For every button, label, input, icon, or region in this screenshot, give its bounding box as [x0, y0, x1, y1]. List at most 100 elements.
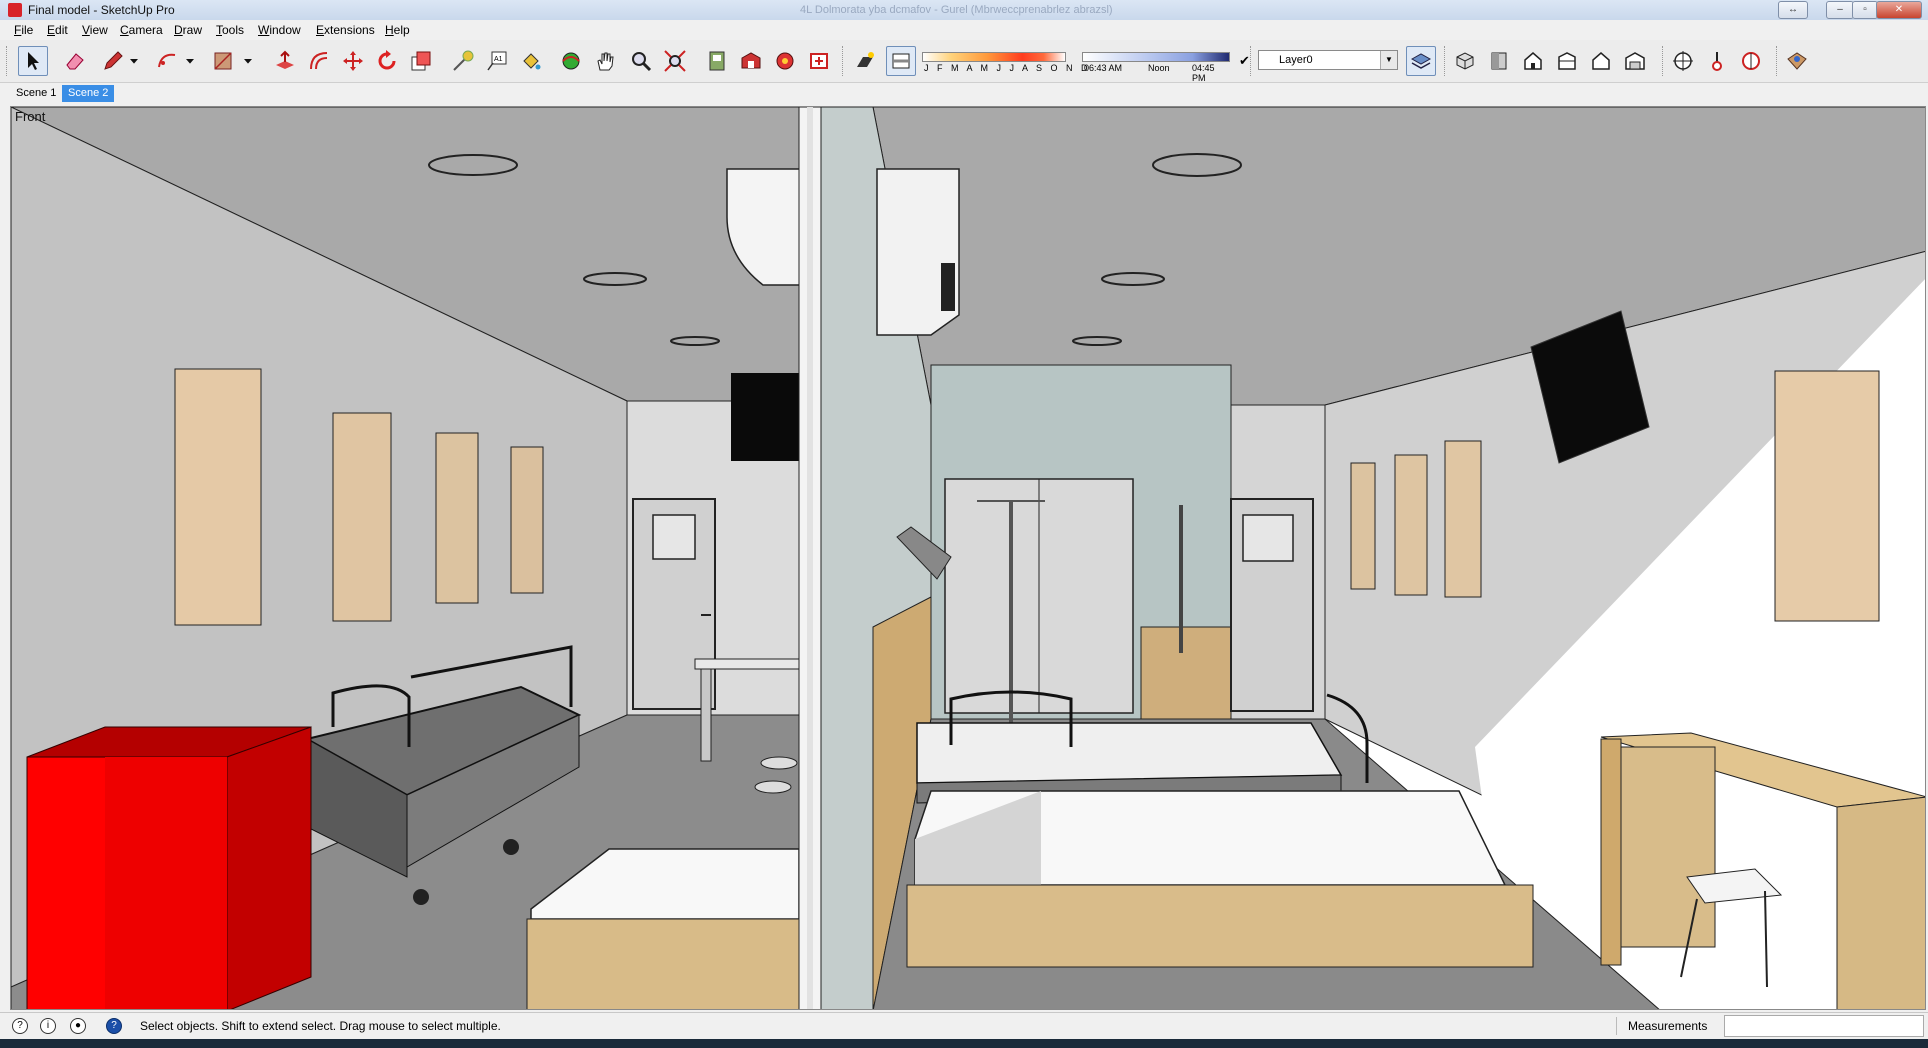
fog-icon — [892, 53, 910, 69]
right-view[interactable] — [1552, 46, 1582, 76]
scene-render — [11, 107, 1925, 1009]
warehouse-icon — [741, 52, 761, 69]
chevron-down-icon — [244, 59, 252, 64]
pencil-tool[interactable] — [98, 46, 128, 76]
time-slider-track[interactable] — [1082, 52, 1230, 62]
iso-view[interactable] — [1450, 46, 1480, 76]
chevron-down-icon[interactable]: ▼ — [1380, 51, 1397, 69]
geo-location-button[interactable] — [1782, 46, 1812, 76]
arc-icon — [158, 53, 176, 68]
section-display-toggle[interactable] — [1736, 46, 1766, 76]
magnifier-icon — [632, 52, 652, 72]
month-slider-track[interactable] — [922, 52, 1066, 62]
user-account-icon[interactable]: ● — [70, 1018, 86, 1034]
shadow-icon — [857, 52, 874, 67]
section-cut-toggle[interactable] — [1702, 46, 1732, 76]
layer-manager-button[interactable] — [1406, 46, 1436, 76]
shadows-toggle[interactable] — [850, 46, 880, 76]
toolbar-grip[interactable] — [1776, 46, 1780, 76]
time-noon-label: Noon — [1148, 63, 1170, 73]
warehouse-button[interactable] — [736, 46, 766, 76]
eraser-tool[interactable] — [60, 46, 90, 76]
scene-tabs: Scene 1 Scene 2 — [0, 83, 1928, 103]
orbit-tool[interactable] — [556, 46, 586, 76]
hand-icon — [597, 52, 614, 71]
chevron-down-icon — [130, 59, 138, 64]
tape-icon — [453, 50, 474, 71]
rotate-icon — [378, 50, 396, 70]
close-button[interactable]: ✕ — [1876, 1, 1922, 19]
menu-view[interactable]: View — [82, 23, 108, 37]
scale-tool[interactable] — [406, 46, 436, 76]
window-ghost-title: 4L Dolmorata yba dcmafov - Gurel (Mbrwec… — [800, 4, 1113, 16]
maximize-button[interactable]: ▫ — [1852, 1, 1878, 19]
section-plane-icon — [1673, 51, 1693, 71]
title-bar: Final model - SketchUp Pro 4L Dolmorata … — [0, 0, 1928, 21]
layer-select[interactable]: ✔ Layer0 ▼ — [1239, 50, 1398, 70]
top-view[interactable] — [1484, 46, 1514, 76]
restore-size-button[interactable]: ↔ — [1778, 1, 1808, 19]
menu-help[interactable]: Help — [385, 23, 410, 37]
select-tool[interactable] — [18, 46, 48, 76]
front-view-icon — [1524, 52, 1542, 70]
text-tool[interactable]: A1 — [482, 46, 512, 76]
model-info-button[interactable] — [702, 46, 732, 76]
shadow-time-slider[interactable]: 06:43 AM Noon 04:45 PM — [1082, 52, 1230, 84]
toolbar-grip[interactable] — [1444, 46, 1448, 76]
menu-camera[interactable]: Camera — [120, 23, 163, 37]
checkmark-icon: ✔ — [1239, 53, 1250, 68]
menu-extensions[interactable]: Extensions — [316, 23, 375, 37]
arc-tool[interactable] — [152, 46, 182, 76]
sketchup-logo-icon — [8, 3, 22, 17]
arc-dropdown[interactable] — [182, 46, 198, 76]
left-room — [11, 107, 802, 1009]
help-icon[interactable]: ? — [106, 1018, 122, 1034]
menu-bar: File Edit View Camera Draw Tools Window … — [0, 20, 1928, 40]
rotate-tool[interactable] — [372, 46, 402, 76]
front-view[interactable] — [1518, 46, 1548, 76]
model-icon — [709, 51, 725, 71]
toolbar-grip[interactable] — [842, 46, 846, 76]
tab-scene-1[interactable]: Scene 1 — [10, 85, 62, 102]
drawing-viewport[interactable]: Front — [10, 106, 1926, 1010]
zoom-extents-tool[interactable] — [660, 46, 690, 76]
time-end-label: 04:45 PM — [1192, 63, 1215, 83]
toolbar-grip[interactable] — [1662, 46, 1666, 76]
measurements-input[interactable] — [1724, 1015, 1924, 1037]
fog-toggle[interactable] — [886, 46, 916, 76]
section-cut-icon — [1712, 52, 1722, 71]
tape-measure-tool[interactable] — [448, 46, 478, 76]
pan-tool[interactable] — [590, 46, 620, 76]
rectangle-tool[interactable] — [208, 46, 238, 76]
zoom-extents-icon — [664, 50, 686, 72]
left-view-icon — [1625, 52, 1645, 70]
toolbar-grip[interactable] — [1250, 46, 1254, 76]
toolbar-grip[interactable] — [6, 46, 10, 76]
layer-name: Layer0 — [1279, 54, 1313, 66]
move-tool[interactable] — [338, 46, 368, 76]
rectangle-dropdown[interactable] — [240, 46, 256, 76]
geo-info-icon[interactable]: ? — [12, 1018, 28, 1034]
extension-warehouse-button[interactable] — [804, 46, 834, 76]
offset-tool[interactable] — [304, 46, 334, 76]
geo-location-icon — [1787, 52, 1807, 70]
shadow-month-slider[interactable]: J F M A M J J A S O N D — [922, 52, 1088, 84]
section-plane-tool[interactable] — [1668, 46, 1698, 76]
left-view[interactable] — [1620, 46, 1650, 76]
components-button[interactable] — [770, 46, 800, 76]
minimize-button[interactable]: – — [1826, 1, 1854, 19]
credits-icon[interactable]: i — [40, 1018, 56, 1034]
menu-tools[interactable]: Tools — [216, 23, 244, 37]
pencil-dropdown[interactable] — [126, 46, 142, 76]
push-pull-tool[interactable] — [270, 46, 300, 76]
menu-edit[interactable]: Edit — [47, 23, 68, 37]
zoom-tool[interactable] — [626, 46, 656, 76]
paint-bucket-tool[interactable] — [516, 46, 546, 76]
back-view[interactable] — [1586, 46, 1616, 76]
menu-file[interactable]: File — [14, 23, 33, 37]
menu-window[interactable]: Window — [258, 23, 301, 37]
status-message: Select objects. Shift to extend select. … — [140, 1019, 501, 1033]
tab-scene-2[interactable]: Scene 2 — [62, 85, 115, 102]
status-bar: ? i ● ? Select objects. Shift to extend … — [0, 1012, 1928, 1039]
menu-draw[interactable]: Draw — [174, 23, 202, 37]
